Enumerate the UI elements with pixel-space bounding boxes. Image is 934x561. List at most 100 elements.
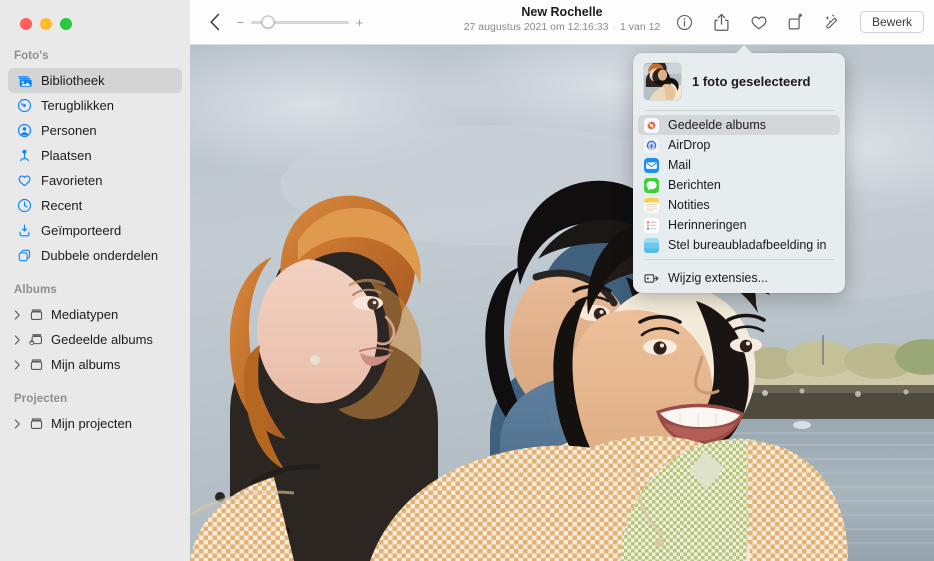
sidebar: Foto's Bibliotheek xyxy=(0,0,190,561)
album-box-icon xyxy=(28,306,45,323)
share-popover-header: 1 foto geselecteerd xyxy=(633,53,845,110)
share-item-label: Stel bureaubladafbeelding in xyxy=(668,238,826,252)
sidebar-item-label: Bibliotheek xyxy=(41,73,105,88)
import-icon xyxy=(16,222,33,239)
zoom-slider-track[interactable] xyxy=(251,21,349,24)
sidebar-item-geimporteerd[interactable]: Geïmporteerd xyxy=(8,218,182,243)
share-item-stel-bureaubladafbeelding-in[interactable]: Stel bureaubladafbeelding in xyxy=(638,235,840,255)
rotate-button[interactable] xyxy=(783,10,809,34)
share-popover: 1 foto geselecteerd xyxy=(633,53,845,293)
zoom-in-label[interactable]: + xyxy=(355,15,364,30)
sidebar-item-label: Plaatsen xyxy=(41,148,92,163)
sidebar-item-label: Favorieten xyxy=(41,173,102,188)
photos-app-icon xyxy=(644,118,659,133)
notes-app-icon xyxy=(644,198,659,213)
airdrop-icon xyxy=(644,138,659,153)
sidebar-item-label: Geïmporteerd xyxy=(41,223,121,238)
share-item-label: Mail xyxy=(668,158,691,172)
sidebar-item-label: Terugblikken xyxy=(41,98,114,113)
reminders-app-icon xyxy=(644,218,659,233)
share-item-label: Wijzig extensies... xyxy=(668,271,768,285)
library-icon xyxy=(16,72,33,89)
subtitle-separator: · xyxy=(608,21,620,33)
edit-button[interactable]: Bewerk xyxy=(860,11,924,33)
window-controls xyxy=(0,0,190,44)
album-box-icon xyxy=(28,356,45,373)
sidebar-item-bibliotheek[interactable]: Bibliotheek xyxy=(8,68,182,93)
chevron-right-icon[interactable] xyxy=(12,310,22,320)
extensions-icon xyxy=(644,271,659,286)
sidebar-item-label: Personen xyxy=(41,123,97,138)
desktop-picture-icon xyxy=(644,238,659,253)
share-item-wijzig-extensies[interactable]: Wijzig extensies... xyxy=(638,268,840,288)
share-item-label: Berichten xyxy=(668,178,721,192)
sidebar-item-mijn-albums[interactable]: Mijn albums xyxy=(8,352,182,377)
share-item-label: Notities xyxy=(668,198,710,212)
share-item-label: AirDrop xyxy=(668,138,710,152)
chevron-right-icon[interactable] xyxy=(12,419,22,429)
share-button[interactable] xyxy=(709,10,735,34)
sidebar-item-plaatsen[interactable]: Plaatsen xyxy=(8,143,182,168)
main-content: − + New Rochelle 27 augustus 2021 om 12:… xyxy=(190,0,934,561)
sidebar-item-label: Mijn projecten xyxy=(51,416,132,431)
messages-app-icon xyxy=(644,178,659,193)
minimize-button[interactable] xyxy=(40,18,52,30)
sidebar-item-label: Gedeelde albums xyxy=(51,332,153,347)
sidebar-item-terugblikken[interactable]: Terugblikken xyxy=(8,93,182,118)
memories-icon xyxy=(16,97,33,114)
popover-tail xyxy=(734,45,754,54)
sidebar-item-dubbele-onderdelen[interactable]: Dubbele onderdelen xyxy=(8,243,182,268)
sidebar-item-label: Dubbele onderdelen xyxy=(41,248,158,263)
people-icon xyxy=(16,122,33,139)
photo-index: 1 van 12 xyxy=(620,21,660,33)
toolbar: − + New Rochelle 27 augustus 2021 om 12:… xyxy=(190,0,934,45)
album-box-icon xyxy=(28,415,45,432)
chevron-right-icon[interactable] xyxy=(12,360,22,370)
photos-app-window: Foto's Bibliotheek xyxy=(0,0,934,561)
zoom-out-label[interactable]: − xyxy=(236,15,245,30)
maximize-button[interactable] xyxy=(60,18,72,30)
favorite-button[interactable] xyxy=(746,10,772,34)
sidebar-item-mijn-projecten[interactable]: Mijn projecten xyxy=(8,411,182,436)
sidebar-item-label: Mijn albums xyxy=(51,357,120,372)
duplicates-icon xyxy=(16,247,33,264)
photo-date: 27 augustus 2021 om 12:16:33 xyxy=(464,21,609,33)
places-pin-icon xyxy=(16,147,33,164)
toolbar-actions: Bewerk xyxy=(672,10,924,34)
sidebar-section-photos-title: Foto's xyxy=(0,44,190,68)
share-item-mail[interactable]: Mail xyxy=(638,155,840,175)
selected-photo-thumbnail xyxy=(644,63,681,100)
share-item-label: Herinneringen xyxy=(668,218,747,232)
sidebar-section-albums-title: Albums xyxy=(0,278,190,302)
clock-icon xyxy=(16,197,33,214)
sidebar-item-personen[interactable]: Personen xyxy=(8,118,182,143)
share-item-label: Gedeelde albums xyxy=(668,118,766,132)
back-button[interactable] xyxy=(204,11,226,33)
sidebar-item-label: Recent xyxy=(41,198,82,213)
info-button[interactable] xyxy=(672,10,698,34)
selection-label: 1 foto geselecteerd xyxy=(692,74,811,89)
sidebar-item-recent[interactable]: Recent xyxy=(8,193,182,218)
share-item-notities[interactable]: Notities xyxy=(638,195,840,215)
zoom-slider-knob[interactable] xyxy=(261,16,274,29)
enhance-button[interactable] xyxy=(820,10,846,34)
share-item-airdrop[interactable]: AirDrop xyxy=(638,135,840,155)
chevron-right-icon[interactable] xyxy=(12,335,22,345)
sidebar-item-label: Mediatypen xyxy=(51,307,118,322)
zoom-slider[interactable]: − + xyxy=(236,15,364,30)
close-button[interactable] xyxy=(20,18,32,30)
photo-viewer[interactable]: 1 foto geselecteerd xyxy=(190,45,934,561)
heart-icon xyxy=(16,172,33,189)
share-targets-list: Gedeelde albums AirDrop xyxy=(633,111,845,255)
sidebar-item-gedeelde-albums[interactable]: Gedeelde albums xyxy=(8,327,182,352)
share-popover-footer: Wijzig extensies... xyxy=(633,264,845,288)
share-item-herinneringen[interactable]: Herinneringen xyxy=(638,215,840,235)
sidebar-item-favorieten[interactable]: Favorieten xyxy=(8,168,182,193)
shared-album-icon xyxy=(28,331,45,348)
mail-app-icon xyxy=(644,158,659,173)
popover-footer-divider xyxy=(644,259,834,260)
sidebar-item-mediatypen[interactable]: Mediatypen xyxy=(8,302,182,327)
share-item-gedeelde-albums[interactable]: Gedeelde albums xyxy=(638,115,840,135)
share-item-berichten[interactable]: Berichten xyxy=(638,175,840,195)
sidebar-section-projects-title: Projecten xyxy=(0,387,190,411)
